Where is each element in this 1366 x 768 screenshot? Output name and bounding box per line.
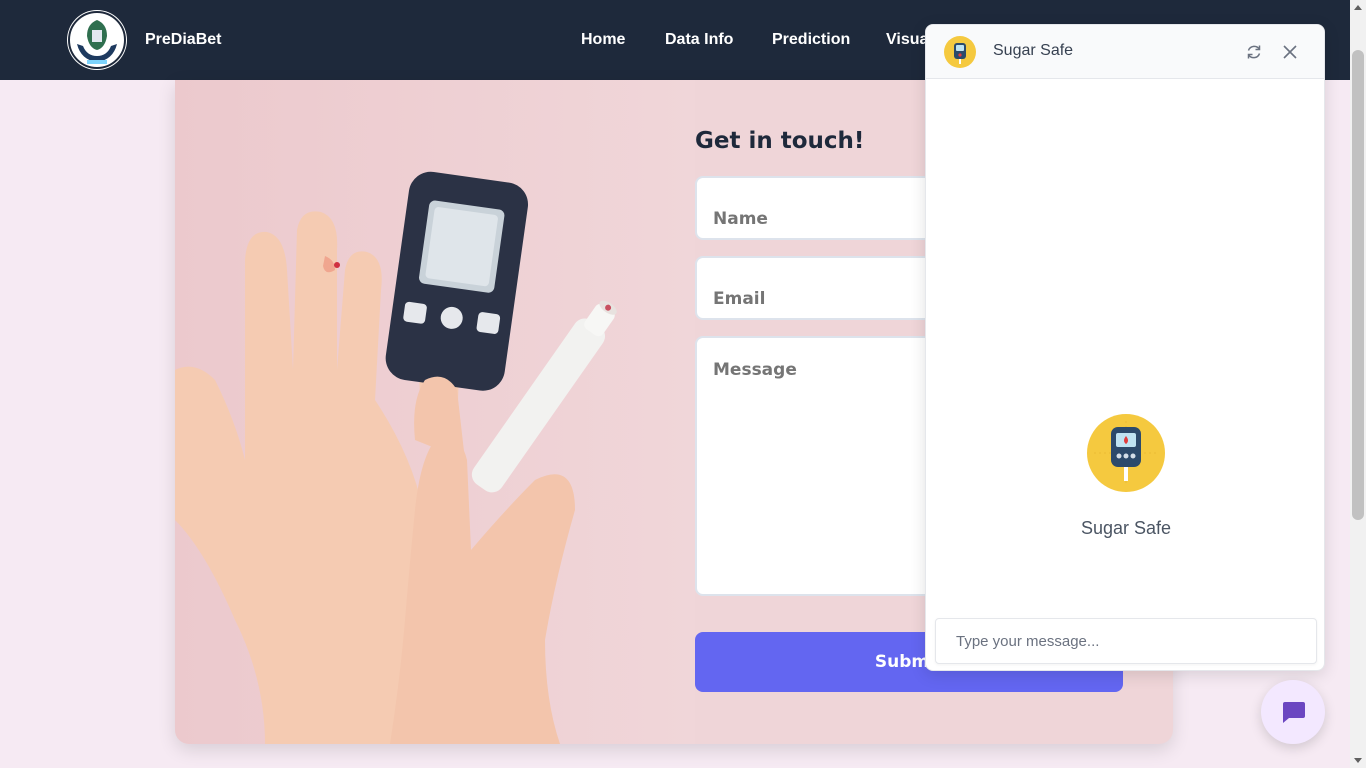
brand-name[interactable]: PreDiaBet bbox=[145, 31, 221, 49]
chat-bubble-icon bbox=[1283, 702, 1305, 723]
scrollbar-thumb[interactable] bbox=[1352, 50, 1364, 520]
nav-link-data-info[interactable]: Data Info bbox=[665, 31, 733, 49]
scroll-up-arrow-icon[interactable] bbox=[1354, 5, 1362, 10]
bot-name: Sugar Safe bbox=[1080, 518, 1172, 538]
chat-launcher-button[interactable] bbox=[1261, 680, 1325, 744]
contact-form-title: Get in touch! bbox=[695, 128, 865, 154]
nav-link-prediction[interactable]: Prediction bbox=[772, 31, 850, 49]
nav-link-visualization[interactable]: Visua bbox=[886, 31, 928, 49]
page-scrollbar[interactable] bbox=[1350, 0, 1366, 768]
chat-widget: Sugar Safe Sugar Safe bbox=[925, 24, 1325, 671]
close-icon[interactable] bbox=[1281, 43, 1299, 61]
chat-title: Sugar Safe bbox=[993, 42, 1074, 59]
refresh-icon[interactable] bbox=[1244, 42, 1264, 62]
chat-header: Sugar Safe bbox=[926, 25, 1324, 79]
bot-avatar-icon bbox=[1087, 414, 1165, 492]
scroll-down-arrow-icon[interactable] bbox=[1354, 758, 1362, 763]
brand-logo[interactable] bbox=[67, 10, 127, 70]
chat-message-input[interactable] bbox=[935, 618, 1317, 664]
nav-link-home[interactable]: Home bbox=[581, 31, 625, 49]
glucose-meter-icon bbox=[944, 36, 976, 68]
glucose-meter-photo bbox=[175, 80, 695, 744]
